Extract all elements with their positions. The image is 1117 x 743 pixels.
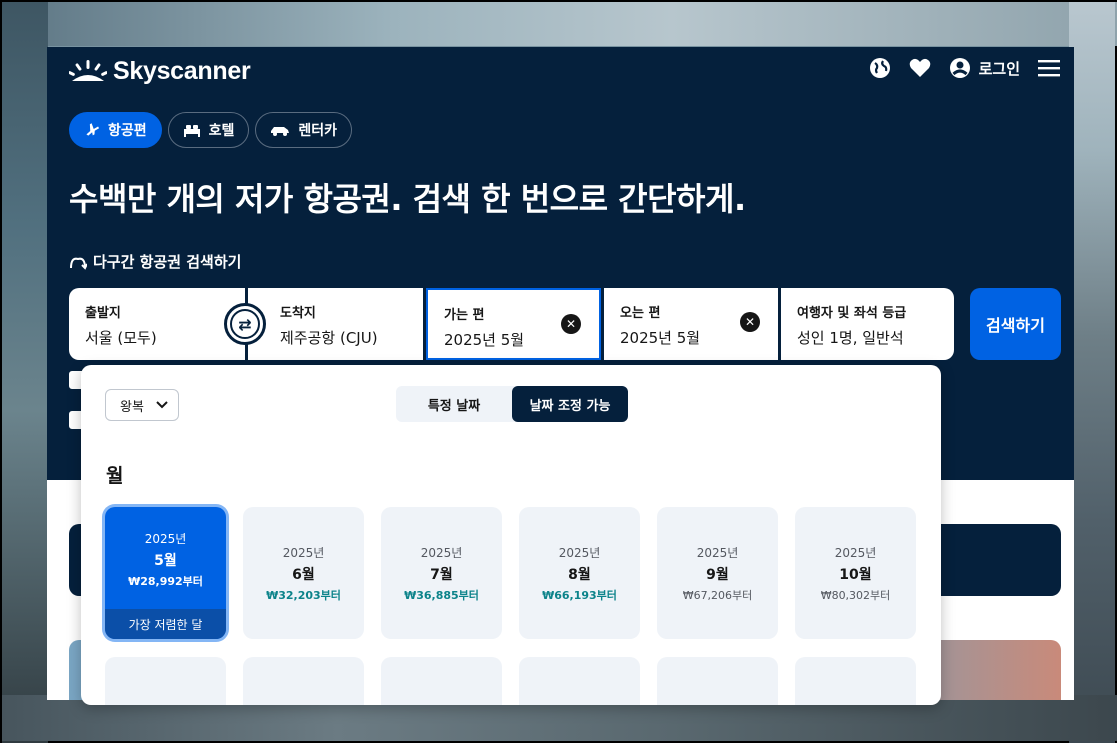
page-title: 수백만 개의 저가 항공권. 검색 한 번으로 간단하게. xyxy=(69,180,746,218)
specific-dates-option[interactable]: 특정 날짜 xyxy=(396,386,512,422)
month-grid: 2025년 5월 ₩28,992부터 가장 저렴한 달 2025년 6월 ₩32… xyxy=(105,507,916,705)
month-card[interactable] xyxy=(381,657,502,705)
skyscanner-logo[interactable]: Skyscanner xyxy=(69,56,251,85)
clear-depart-icon[interactable]: ✕ xyxy=(561,314,581,334)
car-icon xyxy=(271,127,290,136)
multicity-link[interactable]: 다구간 항공권 검색하기 xyxy=(69,251,241,272)
swap-icon: ⇄ xyxy=(230,309,260,339)
month-section-title: 월 xyxy=(106,465,124,487)
brand-name: Skyscanner xyxy=(113,56,251,85)
flexible-dates-option[interactable]: 날짜 조정 가능 xyxy=(512,386,628,422)
date-mode-toggle: 특정 날짜 날짜 조정 가능 xyxy=(396,386,628,422)
month-card[interactable] xyxy=(519,657,640,705)
globe-icon[interactable] xyxy=(869,57,891,79)
search-bar: 출발지 서울 (모두) ⇄ 도착지 제주공항 (CJU) 가는 편 2025년 … xyxy=(69,288,954,360)
swap-button[interactable]: ⇄ xyxy=(224,303,266,345)
return-date-field[interactable]: 오는 편 2025년 5월 ✕ xyxy=(604,288,778,360)
cheapest-month-badge: 가장 저렴한 달 xyxy=(105,609,226,639)
trip-type-select[interactable]: 왕복 xyxy=(105,389,179,421)
month-card-august[interactable]: 2025년 8월 ₩66,193부터 xyxy=(519,507,640,639)
destination-label: 도착지 xyxy=(280,306,316,321)
month-price: ₩36,885부터 xyxy=(404,588,479,602)
product-tabs: 항공편 호텔 렌터카 xyxy=(69,112,353,148)
month-card-july[interactable]: 2025년 7월 ₩36,885부터 xyxy=(381,507,502,639)
tab-label: 호텔 xyxy=(208,123,235,139)
month-card-june[interactable]: 2025년 6월 ₩32,203부터 xyxy=(243,507,364,639)
tab-label: 항공편 xyxy=(108,123,147,139)
travellers-value: 성인 1명, 일반석 xyxy=(797,329,904,347)
month-card-september[interactable]: 2025년 9월 ₩67,206부터 xyxy=(657,507,778,639)
return-value: 2025년 5월 xyxy=(620,329,701,347)
month-card-october[interactable]: 2025년 10월 ₩80,302부터 xyxy=(795,507,916,639)
tab-hotels[interactable]: 호텔 xyxy=(167,112,250,148)
month-year: 2025년 xyxy=(420,545,463,560)
month-card-may[interactable]: 2025년 5월 ₩28,992부터 가장 저렴한 달 xyxy=(105,507,226,639)
origin-value: 서울 (모두) xyxy=(85,329,157,347)
month-card[interactable] xyxy=(243,657,364,705)
month-card[interactable] xyxy=(795,657,916,705)
header-actions: 로그인 xyxy=(869,57,1060,79)
month-name: 10월 xyxy=(839,566,872,583)
month-card[interactable] xyxy=(657,657,778,705)
month-price: ₩28,992부터 xyxy=(128,574,203,588)
month-name: 7월 xyxy=(430,566,453,583)
user-icon xyxy=(949,58,970,78)
tab-label: 렌터카 xyxy=(298,123,338,139)
month-year: 2025년 xyxy=(834,545,877,560)
multicity-label: 다구간 항공권 검색하기 xyxy=(93,253,242,271)
month-year: 2025년 xyxy=(282,545,325,560)
origin-label: 출발지 xyxy=(85,306,121,321)
bed-icon xyxy=(183,125,200,137)
tab-flights[interactable]: 항공편 xyxy=(69,112,162,148)
month-name: 6월 xyxy=(292,566,315,583)
month-name: 9월 xyxy=(706,566,729,583)
depart-value: 2025년 5월 xyxy=(444,331,525,349)
month-year: 2025년 xyxy=(144,531,187,546)
month-price: ₩67,206부터 xyxy=(682,588,753,602)
travellers-label: 여행자 및 좌석 등급 xyxy=(797,306,907,321)
search-button[interactable]: 검색하기 xyxy=(970,288,1061,360)
clear-return-icon[interactable]: ✕ xyxy=(740,312,760,332)
month-year: 2025년 xyxy=(558,545,601,560)
month-price: ₩80,302부터 xyxy=(820,588,891,602)
month-name: 8월 xyxy=(568,566,591,583)
month-price: ₩66,193부터 xyxy=(542,588,617,602)
sunrise-logo-icon xyxy=(69,60,107,81)
month-name: 5월 xyxy=(154,552,177,569)
origin-field[interactable]: 출발지 서울 (모두) ⇄ xyxy=(69,288,266,360)
date-picker-popover: 왕복 특정 날짜 날짜 조정 가능 월 2025년 5월 ₩28,992부터 가… xyxy=(81,365,941,705)
destination-field[interactable]: 도착지 제주공항 (CJU) xyxy=(248,288,423,360)
depart-date-field[interactable]: 가는 편 2025년 5월 ✕ xyxy=(426,288,601,360)
multicity-arrow-icon xyxy=(70,257,87,270)
menu-icon[interactable] xyxy=(1038,57,1060,79)
month-card[interactable] xyxy=(105,657,226,705)
chevron-down-icon xyxy=(156,401,168,409)
destination-value: 제주공항 (CJU) xyxy=(280,329,378,347)
month-year: 2025년 xyxy=(696,545,739,560)
trip-type-value: 왕복 xyxy=(120,399,144,415)
login-button[interactable]: 로그인 xyxy=(949,57,1020,79)
tab-car-rental[interactable]: 렌터카 xyxy=(255,112,353,148)
login-label: 로그인 xyxy=(978,59,1020,78)
plane-icon xyxy=(86,123,100,136)
heart-icon[interactable] xyxy=(909,57,931,79)
month-price: ₩32,203부터 xyxy=(266,588,341,602)
travellers-field[interactable]: 여행자 및 좌석 등급 성인 1명, 일반석 xyxy=(781,288,954,360)
